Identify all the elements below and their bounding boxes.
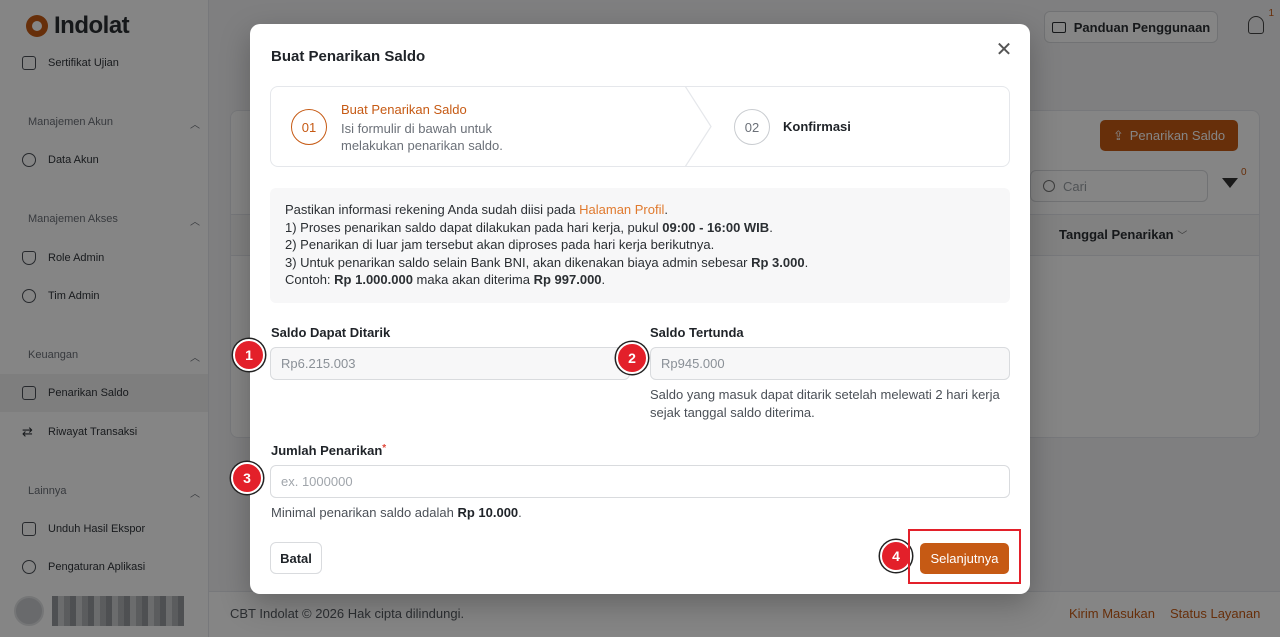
info-box: Pastikan informasi rekening Anda sudah d…: [270, 188, 1010, 303]
minimum-amount: Rp 10.000: [457, 505, 519, 520]
info-line-1: Pastikan informasi rekening Anda sudah d…: [285, 201, 995, 219]
step-1: 01 Buat Penarikan Saldo Isi formulir di …: [271, 87, 701, 166]
info-text: maka akan diterima: [412, 272, 534, 287]
helper-text: Minimal penarikan saldo adalah: [271, 505, 458, 520]
info-example-amount: Rp 1.000.000: [334, 272, 413, 287]
info-text: Contoh:: [285, 272, 335, 287]
info-text: .: [804, 254, 809, 270]
stepper: 01 Buat Penarikan Saldo Isi formulir di …: [270, 86, 1010, 167]
info-line-2: 1) Proses penarikan saldo dapat dilakuka…: [285, 219, 995, 237]
info-example-received: Rp 997.000: [533, 272, 602, 287]
step-1-title: Buat Penarikan Saldo: [341, 102, 467, 117]
info-text: 1) Proses penarikan saldo dapat dilakuka…: [285, 219, 663, 235]
annotation-marker-2: 2: [616, 342, 648, 374]
next-button-highlight: [908, 529, 1021, 584]
step-1-number: 01: [291, 109, 327, 145]
withdraw-modal: Buat Penarikan Saldo ✕ 01 Buat Penarikan…: [250, 24, 1030, 594]
info-text: Pastikan informasi rekening Anda sudah d…: [285, 202, 580, 217]
info-fee: Rp 3.000: [751, 254, 805, 270]
annotation-marker-3: 3: [231, 462, 263, 494]
step-1-description: Isi formulir di bawah untuk melakukan pe…: [341, 121, 503, 153]
close-icon[interactable]: ✕: [992, 38, 1016, 62]
amount-helper: Minimal penarikan saldo adalah Rp 10.000…: [271, 504, 522, 522]
profile-page-link[interactable]: Halaman Profil: [579, 202, 664, 217]
amount-input[interactable]: [270, 465, 1010, 498]
info-line-4: 3) Untuk penarikan saldo selain Bank BNI…: [285, 254, 995, 272]
required-mark: *: [382, 443, 387, 454]
info-text: 3) Untuk penarikan saldo selain Bank BNI…: [285, 254, 752, 270]
cancel-button[interactable]: Batal: [270, 542, 322, 574]
info-hours: 09:00 - 16:00 WIB: [662, 219, 770, 235]
pending-balance-label: Saldo Tertunda: [650, 325, 744, 340]
amount-label: Jumlah Penarikan*: [271, 443, 386, 458]
info-text: .: [601, 272, 606, 287]
annotation-marker-1: 1: [233, 339, 265, 371]
available-balance-label: Saldo Dapat Ditarik: [271, 325, 391, 340]
step-separator-icon: [684, 87, 712, 166]
info-line-3: 2) Penarikan di luar jam tersebut akan d…: [285, 237, 715, 252]
info-line-5: Contoh: Rp 1.000.000 maka akan diterima …: [285, 271, 995, 289]
pending-balance-field: Rp945.000: [650, 347, 1010, 380]
info-text: .: [769, 219, 773, 235]
modal-title: Buat Penarikan Saldo: [271, 48, 426, 65]
helper-text: .: [518, 505, 522, 520]
amount-label-text: Jumlah Penarikan: [271, 443, 383, 458]
pending-balance-helper: Saldo yang masuk dapat ditarik setelah m…: [650, 387, 1000, 420]
available-balance-field: Rp6.215.003: [270, 347, 630, 380]
info-text: .: [664, 202, 669, 217]
step-2-number: 02: [734, 109, 770, 145]
step-2-title: Konfirmasi: [783, 119, 851, 134]
